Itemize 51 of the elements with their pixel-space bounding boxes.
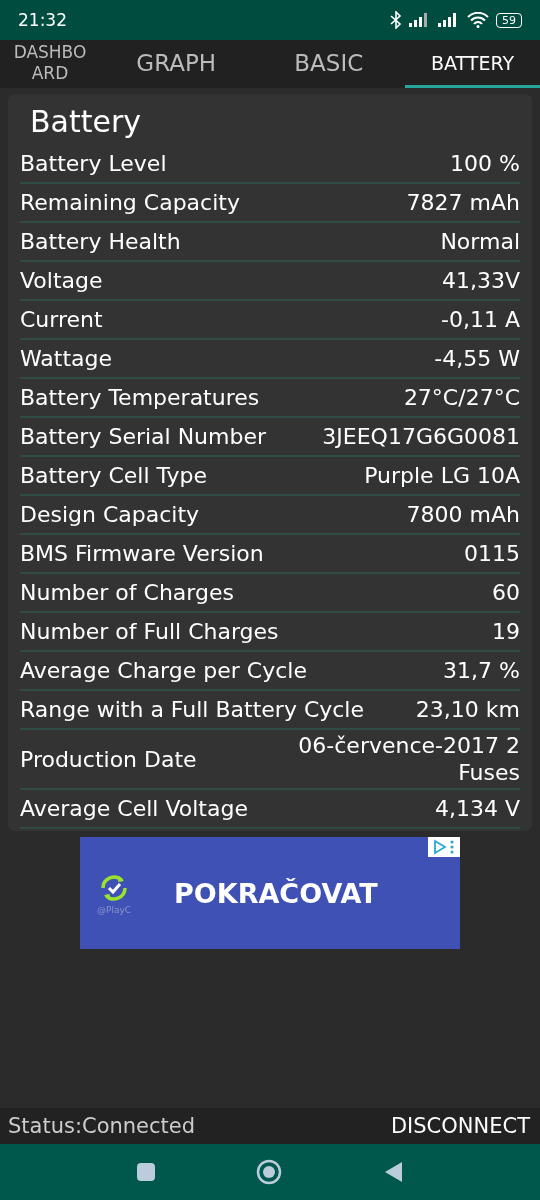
- row-value: 0115: [464, 540, 520, 567]
- recents-icon[interactable]: [136, 1162, 156, 1182]
- row-value: 100 %: [450, 150, 520, 177]
- row-label: Battery Serial Number: [20, 423, 267, 450]
- row-label: BMS Firmware Version: [20, 540, 264, 567]
- ad-caption: @PlayC: [96, 905, 132, 915]
- row-label: Number of Full Charges: [20, 618, 279, 645]
- clock: 21:32: [18, 10, 67, 30]
- row-label: Voltage: [20, 267, 103, 294]
- tab[interactable]: BASIC: [252, 40, 405, 88]
- disconnect-button[interactable]: DISCONNECT: [390, 1114, 530, 1138]
- row-label: Current: [20, 306, 103, 333]
- tab[interactable]: GRAPH: [100, 40, 253, 88]
- tab[interactable]: BATTERY: [405, 40, 540, 88]
- row-label: Battery Level: [20, 150, 167, 177]
- row-label: Wattage: [20, 345, 113, 372]
- ad-choices-badge[interactable]: [428, 837, 460, 857]
- row-value: 4,134 V: [434, 795, 520, 822]
- ad-title: POKRAČOVAT: [174, 877, 378, 909]
- row-value: 7800 mAh: [406, 501, 520, 528]
- row-value: 41,33V: [441, 267, 520, 294]
- row-value: Normal: [440, 228, 520, 255]
- row-label: Design Capacity: [20, 501, 200, 528]
- row-label: Battery Cell Type: [20, 462, 208, 489]
- row-label: Production Date: [20, 745, 197, 773]
- row-label: Remaining Capacity: [20, 189, 240, 216]
- connection-status: Status:Connected: [8, 1114, 196, 1138]
- row-value: Purple LG 10A: [364, 462, 520, 489]
- row-value: 60: [492, 579, 520, 606]
- row-value: 3JEEQ17G6G0081: [322, 423, 520, 450]
- card-title: Battery: [29, 103, 143, 141]
- row-label: Number of Charges: [20, 579, 234, 606]
- ad-banner[interactable]: @PlayC POKRAČOVAT: [80, 837, 460, 949]
- wifi-icon: [467, 12, 489, 28]
- row-label: Average Charge per Cycle: [20, 657, 307, 684]
- tab[interactable]: DASHBOARD: [0, 40, 100, 88]
- home-icon[interactable]: [256, 1159, 282, 1185]
- row-value: 27°C/27°C: [403, 384, 520, 411]
- row-value: 31,7 %: [443, 657, 520, 684]
- battery-indicator: 59: [496, 12, 522, 28]
- row-value: -0,11 A: [441, 306, 520, 333]
- row-value: 19: [492, 618, 520, 645]
- row-label: Average Cell Voltage: [20, 795, 248, 822]
- row-label: Battery Temperatures: [20, 384, 260, 411]
- row-value: -4,55 W: [434, 345, 520, 372]
- row-label: Battery Health: [20, 228, 181, 255]
- row-value: 06-července-2017 2 Fuses: [297, 732, 520, 786]
- row-value: 7827 mAh: [406, 189, 520, 216]
- row-label: Range with a Full Battery Cycle: [20, 696, 365, 723]
- bluetooth-icon: [390, 11, 402, 29]
- row-value: 23,10 km: [415, 696, 520, 723]
